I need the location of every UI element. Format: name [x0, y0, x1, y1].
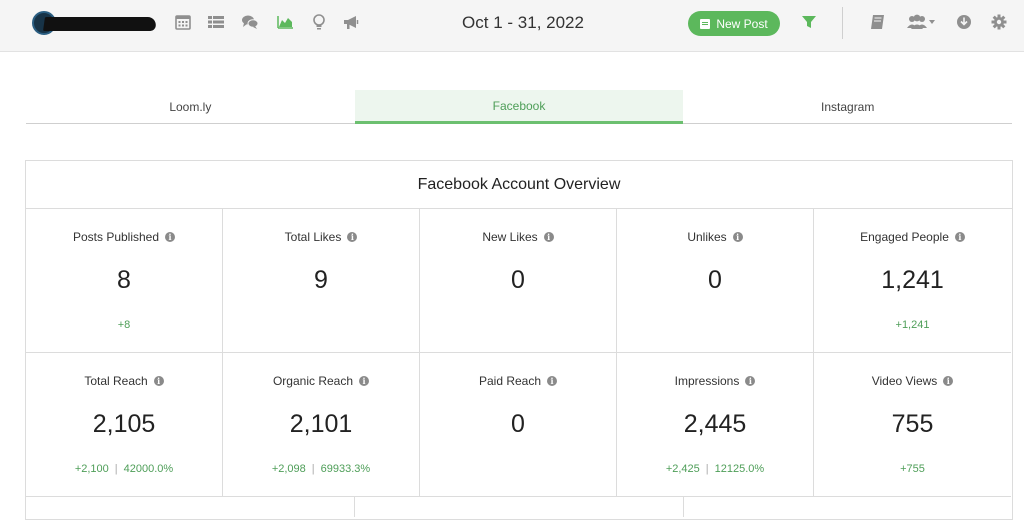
info-icon[interactable]: i	[954, 232, 965, 242]
info-icon[interactable]: i	[153, 376, 164, 386]
info-icon[interactable]: i	[347, 232, 358, 242]
metric-change: +1,241	[814, 319, 1011, 331]
metric-value: 2,101	[289, 410, 353, 438]
metric-label: Impressions i	[617, 374, 813, 388]
megaphone-icon[interactable]	[342, 13, 360, 31]
change-separator: |	[705, 463, 709, 475]
comments-icon[interactable]	[241, 13, 259, 31]
metric-label-text: Unlikes	[687, 230, 727, 244]
overview-title: Facebook Account Overview	[26, 161, 1012, 209]
post-icon	[700, 18, 711, 29]
toolbar-divider	[842, 7, 843, 39]
metric-label-text: Impressions	[674, 374, 740, 388]
metric-change-value: +755	[900, 463, 925, 475]
metric-label-text: Posts Published	[72, 230, 160, 244]
book-icon[interactable]	[869, 13, 887, 31]
metric-cell: Total Reach i 2,105 +2,100 | 42000.0%	[26, 353, 223, 497]
info-icon[interactable]: i	[165, 232, 176, 242]
metric-label: Unlikes i	[617, 230, 813, 244]
info-icon[interactable]: i	[943, 376, 954, 386]
calendar-icon[interactable]	[174, 13, 192, 31]
metric-label: Video Views i	[814, 374, 1011, 388]
metric-cell: Posts Published i 8 +8	[26, 209, 223, 353]
metric-cell: Organic Reach i 2,101 +2,098 | 69933.3%	[223, 353, 420, 497]
download-icon[interactable]	[955, 13, 973, 31]
metric-change-percent: 69933.3%	[320, 463, 371, 475]
metric-value: 0	[511, 410, 525, 438]
top-navigation-bar: Oct 1 - 31, 2022 New Post	[0, 0, 1024, 52]
metric-cell: Paid Reach i 0	[420, 353, 617, 497]
metric-change-value: +2,098	[271, 463, 306, 475]
metric-value: 0	[708, 266, 722, 294]
metric-change-value: +8	[117, 319, 131, 331]
metric-change: +755	[814, 463, 1011, 475]
metric-value: 1,241	[881, 266, 944, 294]
next-section-cell	[26, 497, 355, 517]
settings-icon[interactable]	[990, 13, 1008, 31]
next-section-row	[26, 497, 1012, 517]
list-icon[interactable]	[207, 13, 225, 31]
metric-label: Engaged People i	[814, 230, 1011, 244]
metric-label: Total Reach i	[26, 374, 222, 388]
metric-change-percent: 42000.0%	[123, 463, 174, 475]
change-separator: |	[311, 463, 315, 475]
analytics-icon[interactable]	[276, 13, 294, 31]
next-section-cell	[684, 497, 1012, 517]
metric-label: Paid Reach i	[420, 374, 616, 388]
info-icon[interactable]: i	[543, 232, 554, 242]
info-icon[interactable]: i	[547, 376, 558, 386]
date-range-selector[interactable]: Oct 1 - 31, 2022	[440, 13, 606, 33]
metric-change: +2,425 | 12125.0%	[617, 463, 813, 475]
metric-label-text: Engaged People	[860, 230, 949, 244]
metric-value: 8	[117, 266, 131, 294]
metric-label: Posts Published i	[26, 230, 222, 244]
metric-label-text: Organic Reach	[272, 374, 354, 388]
tab-instagram[interactable]: Instagram	[683, 90, 1012, 123]
account-overview-card: Facebook Account Overview Posts Publishe…	[25, 160, 1013, 520]
info-icon[interactable]: i	[745, 376, 756, 386]
network-tabs: Loom.ly Facebook Instagram	[26, 90, 1012, 124]
redacted-account-name	[43, 17, 157, 31]
team-icon[interactable]	[906, 13, 936, 31]
metric-cell: Engaged People i 1,241 +1,241	[814, 209, 1011, 353]
tab-loomly[interactable]: Loom.ly	[26, 90, 355, 123]
change-separator: |	[114, 463, 118, 475]
metric-label-text: New Likes	[482, 230, 538, 244]
info-icon[interactable]: i	[732, 232, 743, 242]
next-section-cell	[355, 497, 684, 517]
metric-label: New Likes i	[420, 230, 616, 244]
metric-value: 755	[891, 410, 934, 438]
metric-cell: New Likes i 0	[420, 209, 617, 353]
metric-label-text: Total Likes	[284, 230, 342, 244]
metric-label-text: Paid Reach	[478, 374, 542, 388]
info-icon[interactable]: i	[359, 376, 370, 386]
metric-cell: Video Views i 755 +755	[814, 353, 1011, 497]
tab-facebook[interactable]: Facebook	[354, 90, 684, 124]
metric-value: 0	[511, 266, 525, 294]
new-post-button[interactable]: New Post	[688, 11, 780, 36]
metric-change: +2,098 | 69933.3%	[223, 463, 419, 475]
metric-label-text: Video Views	[871, 374, 938, 388]
metric-change-value: +1,241	[895, 319, 930, 331]
metric-label-text: Total Reach	[84, 374, 148, 388]
metric-label: Organic Reach i	[223, 374, 419, 388]
metric-change-value: +2,100	[74, 463, 109, 475]
idea-icon[interactable]	[310, 13, 328, 31]
metric-cell: Unlikes i 0	[617, 209, 814, 353]
metric-cell: Impressions i 2,445 +2,425 | 12125.0%	[617, 353, 814, 497]
metric-label: Total Likes i	[223, 230, 419, 244]
metrics-grid: Posts Published i 8 +8 Total Likes i 9 New Like…	[26, 209, 1012, 497]
metric-change-percent: 12125.0%	[714, 463, 765, 475]
metric-value: 2,445	[683, 410, 747, 438]
metric-change: +2,100 | 42000.0%	[26, 463, 222, 475]
metric-value: 9	[314, 266, 328, 294]
new-post-label: New Post	[716, 16, 768, 31]
metric-change: +8	[26, 319, 222, 331]
metric-value: 2,105	[92, 410, 156, 438]
filter-icon[interactable]	[800, 13, 818, 31]
metric-cell: Total Likes i 9	[223, 209, 420, 353]
metric-change-value: +2,425	[665, 463, 700, 475]
